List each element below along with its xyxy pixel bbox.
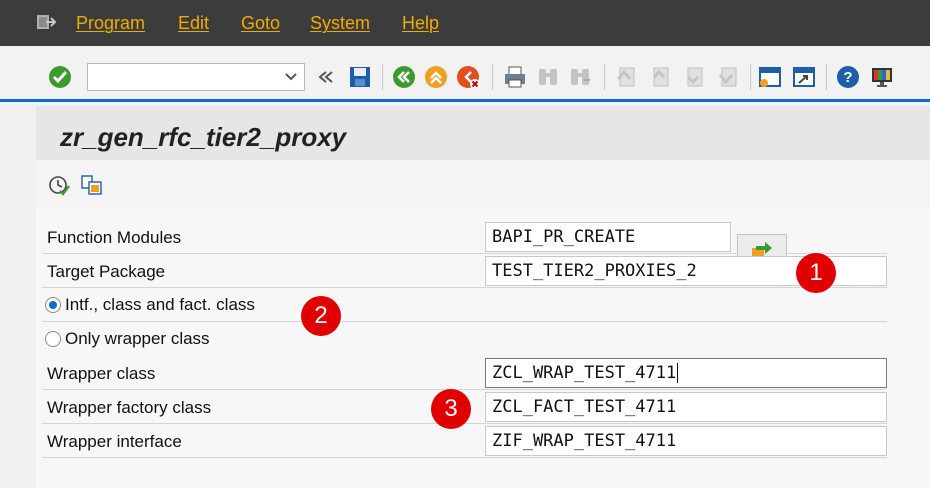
command-field[interactable] [87, 63, 305, 92]
text-cursor [677, 363, 679, 383]
function-modules-row: Function Modules BAPI_PR_CREATE [42, 221, 887, 266]
menu-program[interactable]: Program [76, 13, 145, 34]
function-modules-input[interactable]: BAPI_PR_CREATE [485, 222, 731, 252]
menu-edit[interactable]: Edit [178, 13, 209, 34]
annotation-badge-1: 1 [796, 253, 836, 293]
menu-goto[interactable]: Goto [241, 13, 280, 34]
target-package-row: Target Package TEST_TIER2_PROXIES_2 [42, 255, 887, 288]
wrapper-class-row: Wrapper class ZCL_WRAP_TEST_4711 [42, 357, 887, 390]
wrapper-class-label: Wrapper class [47, 364, 156, 383]
save-icon[interactable] [348, 65, 372, 89]
application-toolbar [36, 160, 930, 208]
radio-wrapper-label[interactable]: Only wrapper class [65, 329, 210, 349]
new-session-icon[interactable] [758, 65, 782, 89]
function-modules-label: Function Modules [47, 228, 182, 247]
exit-icon[interactable] [424, 65, 448, 89]
execute-icon[interactable] [48, 174, 70, 196]
cancel-icon[interactable] [456, 65, 480, 89]
layout-icon[interactable] [870, 65, 894, 89]
wrapper-factory-class-label: Wrapper factory class [47, 398, 212, 417]
find-next-icon [571, 69, 590, 85]
exit-menu-icon[interactable] [36, 13, 56, 31]
annotation-badge-2: 2 [301, 296, 341, 336]
svg-text:?: ? [843, 69, 852, 86]
menu-help[interactable]: Help [402, 13, 439, 34]
wrapper-class-value: ZCL_WRAP_TEST_4711 [492, 363, 677, 383]
hide-command-icon[interactable] [316, 65, 336, 89]
copy-icon[interactable] [80, 174, 104, 196]
annotation-badge-3: 3 [431, 389, 471, 429]
wrapper-class-input[interactable]: ZCL_WRAP_TEST_4711 [485, 358, 887, 388]
last-page-icon [718, 67, 737, 87]
selection-form: Function Modules BAPI_PR_CREATE Target P… [36, 208, 930, 488]
shortcut-icon[interactable] [792, 65, 816, 89]
radio-only-wrapper[interactable] [45, 331, 61, 347]
back-icon[interactable] [392, 65, 416, 89]
previous-page-icon [652, 67, 669, 87]
menu-bar: Program Edit Goto System Help [0, 0, 930, 46]
title-bar: zr_gen_rfc_tier2_proxy [36, 106, 930, 160]
wrapper-interface-row: Wrapper interface ZIF_WRAP_TEST_4711 [42, 425, 887, 458]
find-icon [539, 69, 557, 85]
command-dropdown-icon[interactable] [284, 71, 298, 83]
wrapper-interface-label: Wrapper interface [47, 432, 182, 451]
enter-check-icon[interactable] [48, 65, 72, 89]
page-title: zr_gen_rfc_tier2_proxy [60, 122, 347, 152]
wrapper-factory-class-input[interactable]: ZCL_FACT_TEST_4711 [485, 392, 887, 422]
help-icon[interactable]: ? [836, 65, 860, 89]
radio-intf-class-fact[interactable] [45, 297, 61, 313]
next-page-icon [686, 67, 703, 87]
standard-toolbar: ? [0, 46, 930, 102]
menu-system[interactable]: System [310, 13, 370, 34]
print-icon[interactable] [503, 65, 527, 89]
command-input[interactable] [88, 64, 282, 92]
radio-intf-label[interactable]: Intf., class and fact. class [65, 295, 255, 315]
radio-wrapper-row[interactable]: Only wrapper class [42, 323, 887, 355]
wrapper-interface-input[interactable]: ZIF_WRAP_TEST_4711 [485, 426, 887, 456]
first-page-icon [616, 67, 635, 87]
radio-intf-row[interactable]: Intf., class and fact. class [42, 289, 887, 322]
target-package-label: Target Package [47, 262, 166, 281]
